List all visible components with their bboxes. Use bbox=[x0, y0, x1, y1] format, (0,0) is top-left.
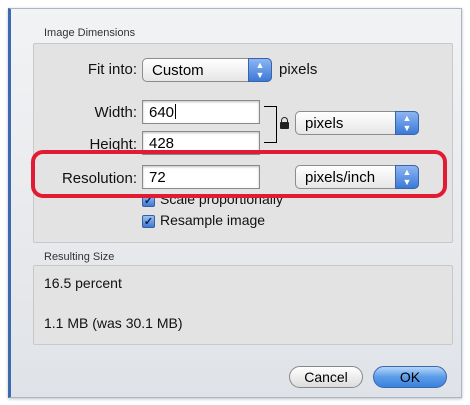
width-value: 640 bbox=[149, 104, 175, 121]
lock-icon bbox=[280, 117, 289, 129]
width-field[interactable]: 640 bbox=[142, 100, 260, 124]
resolution-highlight bbox=[31, 150, 447, 198]
constrain-bracket bbox=[264, 106, 277, 143]
fit-into-label: Fit into: bbox=[87, 61, 137, 78]
checkmark-icon: ✓ bbox=[143, 216, 154, 228]
cancel-button[interactable]: Cancel bbox=[289, 366, 363, 388]
resample-image-checkbox[interactable]: ✓ bbox=[142, 215, 155, 228]
size-unit-value: pixels bbox=[305, 115, 344, 132]
resample-image-label: Resample image bbox=[160, 212, 266, 228]
image-dimensions-title: Image Dimensions bbox=[44, 27, 136, 39]
percent-text: 16.5 percent bbox=[44, 275, 122, 291]
file-size-text: 1.1 MB (was 30.1 MB) bbox=[44, 315, 183, 331]
image-size-dialog: Image Dimensions Fit into: Custom ▲ ▼ pix… bbox=[8, 8, 462, 398]
ok-button[interactable]: OK bbox=[373, 366, 447, 388]
fit-into-popup[interactable]: Custom ▲ ▼ bbox=[142, 58, 272, 82]
width-label: Width: bbox=[94, 104, 137, 121]
updown-arrows-icon: ▲ ▼ bbox=[248, 58, 272, 82]
updown-arrows-icon: ▲ ▼ bbox=[395, 111, 419, 135]
resulting-size-title: Resulting Size bbox=[44, 251, 115, 263]
fit-into-unit-label: pixels bbox=[279, 61, 318, 78]
fit-into-value: Custom bbox=[152, 62, 204, 79]
size-unit-popup[interactable]: pixels ▲ ▼ bbox=[295, 111, 419, 135]
